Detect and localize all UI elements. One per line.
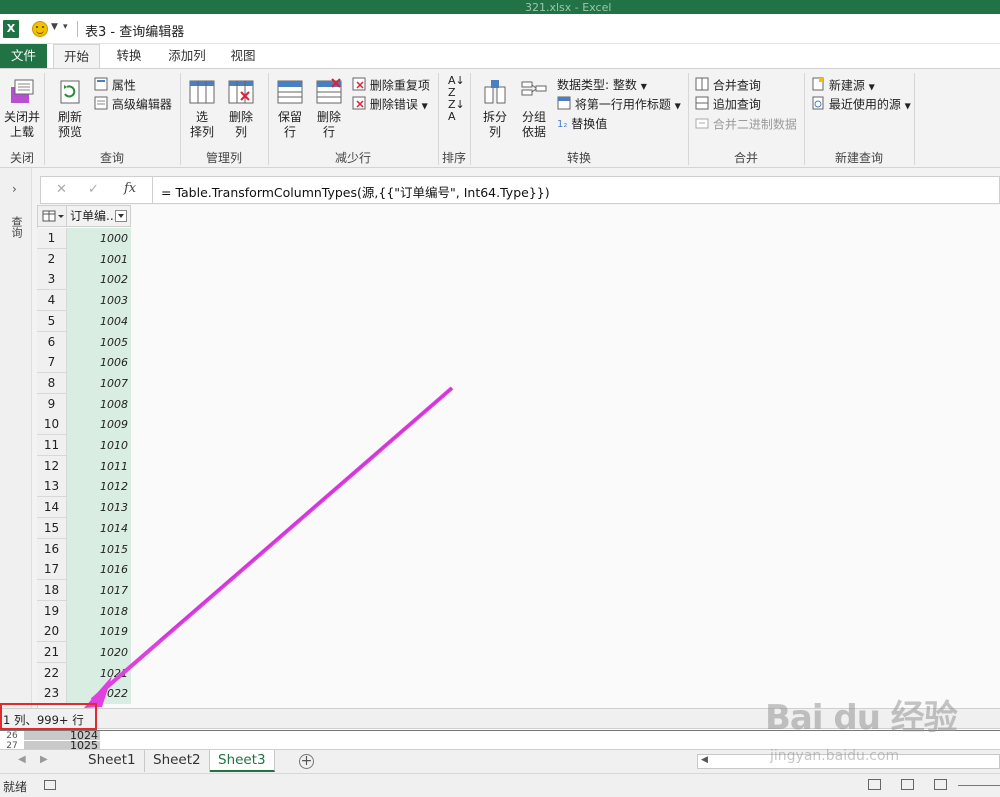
annotation-highlight-box xyxy=(0,703,97,730)
add-sheet-icon[interactable]: + xyxy=(299,754,314,769)
previous-sheet-icon[interactable]: ◀ xyxy=(18,754,26,765)
cell-value: 1024 xyxy=(24,731,100,740)
zoom-slider[interactable] xyxy=(958,785,1000,786)
page-layout-view-icon[interactable] xyxy=(901,779,914,790)
macro-record-icon[interactable] xyxy=(44,780,56,790)
status-bar: 就绪 xyxy=(0,773,1000,797)
watermark-url: jingyan.baidu.com xyxy=(770,748,900,764)
sheet-tab-sheet2[interactable]: Sheet2 xyxy=(145,750,210,772)
sheet-tab-sheet1[interactable]: Sheet1 xyxy=(80,750,145,772)
watermark-brand: Bai du 经验 xyxy=(765,698,958,738)
scroll-left-icon[interactable]: ◀ xyxy=(701,755,708,765)
row-number: 26 xyxy=(6,731,18,741)
normal-view-icon[interactable] xyxy=(868,779,881,790)
page-break-view-icon[interactable] xyxy=(934,779,947,790)
next-sheet-icon[interactable]: ▶ xyxy=(40,754,48,765)
sheet-tab-sheet3[interactable]: Sheet3 xyxy=(210,750,275,772)
status-ready-text: 就绪 xyxy=(3,780,28,794)
annotation-arrow xyxy=(84,386,454,708)
